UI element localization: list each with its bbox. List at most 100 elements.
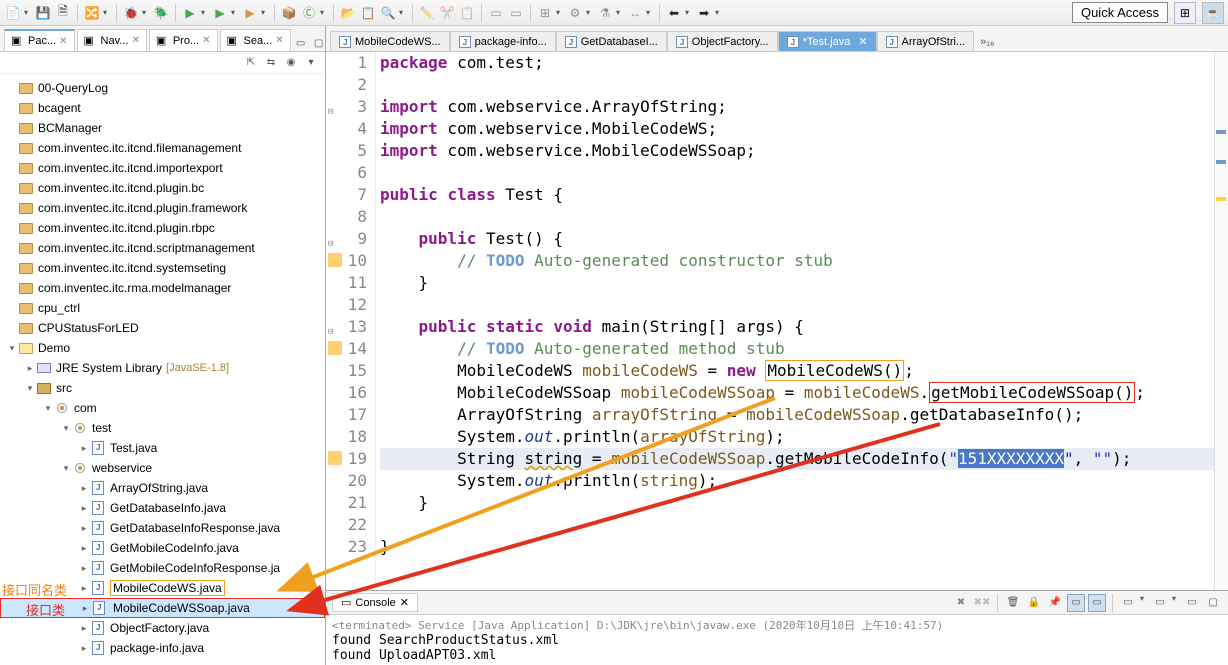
tree-item[interactable]: 00-QueryLog [0,78,325,98]
close-icon[interactable]: ✕ [400,596,409,609]
tree-item[interactable]: ▾Demo [0,338,325,358]
run-icon[interactable]: ▶ [181,4,199,22]
code-line[interactable] [380,162,1228,184]
console-output[interactable]: <terminated> Service [Java Application] … [326,615,1228,665]
code-line[interactable]: import com.webservice.MobileCodeWSSoap; [380,140,1228,162]
tree-item[interactable]: ▾src [0,378,325,398]
code-line[interactable]: public static void main(String[] args) { [380,316,1228,338]
show-console-stdout-icon[interactable]: ▭ [1067,594,1085,612]
editor-tab[interactable]: MobileCodeWS... [330,31,450,51]
open-type-icon[interactable]: 📂 [339,4,357,22]
nav-icon[interactable]: ↔ [626,4,644,22]
java-perspective-icon[interactable]: ☕ [1202,2,1224,24]
code-line[interactable]: MobileCodeWSSoap mobileCodeWSSoap = mobi… [380,382,1228,404]
maximize-console-icon[interactable]: ▢ [1204,594,1222,612]
link-editor-icon[interactable]: ⇆ [263,55,279,71]
focus-icon[interactable]: ◉ [283,55,299,71]
code-line[interactable]: MobileCodeWS mobileCodeWS = new MobileCo… [380,360,1228,382]
tree-item[interactable]: ▸ArrayOfString.java [0,478,325,498]
package-explorer-tree[interactable]: 00-QueryLogbcagentBCManagercom.inventec.… [0,74,325,665]
tree-item[interactable]: com.inventec.itc.itcnd.importexport [0,158,325,178]
tree-item[interactable]: ▸GetMobileCodeInfo.java [0,538,325,558]
paste-icon[interactable]: 📋 [458,4,476,22]
tree-item[interactable]: com.inventec.itc.itcnd.filemanagement [0,138,325,158]
twist-icon[interactable]: ▸ [78,623,90,634]
twist-icon[interactable]: ▸ [78,583,90,594]
wand-icon[interactable]: ✏️ [418,4,436,22]
editor-code-area[interactable]: package com.test;import com.webservice.A… [376,52,1228,590]
twist-icon[interactable]: ▾ [24,383,36,394]
tree-item[interactable]: ▸JRE System Library[JavaSE-1.8] [0,358,325,378]
new-icon[interactable]: 📄 [4,4,22,22]
show-console-stderr-icon[interactable]: ▭ [1088,594,1106,612]
close-icon[interactable]: ✕ [202,35,210,46]
tree-item[interactable]: bcagent [0,98,325,118]
code-editor[interactable]: 12⊟345678⊟9101112⊟1314151617181920212223… [326,52,1228,590]
tree-item[interactable]: com.inventec.itc.rma.modelmanager [0,278,325,298]
view-tab[interactable]: ▣Pac...✕ [4,29,75,51]
view-menu-icon[interactable]: ▾ [303,55,319,71]
twist-icon[interactable]: ▸ [79,603,91,614]
close-icon[interactable]: ✕ [275,35,283,46]
tree-item[interactable]: ▾webservice [0,458,325,478]
cog-icon[interactable]: ⚙ [566,4,584,22]
maximize-icon[interactable]: ▢ [311,35,327,51]
save-icon[interactable]: 💾 [34,4,52,22]
code-line[interactable] [380,514,1228,536]
search-icon[interactable]: 🔍 [379,4,397,22]
tree-item[interactable]: ▸Test.java [0,438,325,458]
toggle1-icon[interactable]: ▭ [487,4,505,22]
twist-icon[interactable]: ▸ [78,483,90,494]
run-last-icon[interactable]: ▶ [211,4,229,22]
scroll-lock-icon[interactable]: 🔒 [1025,594,1043,612]
switch-icon[interactable]: 🔀 [83,4,101,22]
code-line[interactable]: import com.webservice.MobileCodeWS; [380,118,1228,140]
coverage-icon[interactable]: ▶ [241,4,259,22]
tree-item[interactable]: CPUStatusForLED [0,318,325,338]
code-line[interactable]: } [380,272,1228,294]
tree-item[interactable]: ▸GetDatabaseInfo.java [0,498,325,518]
tree-item[interactable]: ▸package-info.java [0,638,325,658]
code-line[interactable]: System.out.println(arrayOfString); [380,426,1228,448]
twist-icon[interactable]: ▸ [78,523,90,534]
open-console-icon[interactable]: ▭ [1151,594,1169,612]
tree-item[interactable]: ▾test [0,418,325,438]
tree-item[interactable]: com.inventec.itc.itcnd.systemseting [0,258,325,278]
twist-icon[interactable]: ▸ [78,643,90,654]
close-icon[interactable]: ✕ [858,35,867,48]
new-pkg-icon[interactable]: 📦 [280,4,298,22]
filter-icon[interactable]: ⚗ [596,4,614,22]
tree-item[interactable]: com.inventec.itc.itcnd.scriptmanagement [0,238,325,258]
view-tab[interactable]: ▣Nav...✕ [77,29,147,51]
code-line[interactable]: import com.webservice.ArrayOfString; [380,96,1228,118]
collapse-all-icon[interactable]: ⇱ [243,55,259,71]
twist-icon[interactable]: ▾ [42,403,54,414]
code-line[interactable]: public class Test { [380,184,1228,206]
debug-icon[interactable]: 🐞 [122,4,140,22]
tree-item[interactable]: cpu_ctrl [0,298,325,318]
new-class-icon[interactable]: Ⓒ [300,4,318,22]
twist-icon[interactable]: ▸ [24,363,36,374]
code-line[interactable]: String string = mobileCodeWSSoap.getMobi… [380,448,1228,470]
open-task-icon[interactable]: 📋 [359,4,377,22]
clear-console-icon[interactable]: 🗑 [1004,594,1022,612]
minimize-console-icon[interactable]: ▭ [1183,594,1201,612]
code-line[interactable]: } [380,492,1228,514]
tree-item[interactable]: com.inventec.itc.itcnd.plugin.framework [0,198,325,218]
twist-icon[interactable]: ▸ [78,443,90,454]
tree-item[interactable]: ▸GetMobileCodeInfoResponse.ja [0,558,325,578]
scissors-icon[interactable]: ✂️ [438,4,456,22]
code-line[interactable] [380,74,1228,96]
code-line[interactable] [380,294,1228,316]
quick-access-input[interactable]: Quick Access [1072,2,1168,23]
twist-icon[interactable]: ▸ [78,563,90,574]
close-icon[interactable]: ✕ [59,36,67,47]
twist-icon[interactable]: ▸ [78,543,90,554]
toggle2-icon[interactable]: ▭ [507,4,525,22]
chevron-down-icon[interactable]: ▾ [24,8,32,17]
save-all-icon[interactable]: 🗎 [54,4,72,22]
tree-item[interactable]: ▸ObjectFactory.java [0,618,325,638]
editor-tab[interactable]: *Test.java✕ [778,31,877,51]
overview-ruler[interactable] [1214,52,1228,590]
editor-tab[interactable]: ObjectFactory... [667,31,778,51]
